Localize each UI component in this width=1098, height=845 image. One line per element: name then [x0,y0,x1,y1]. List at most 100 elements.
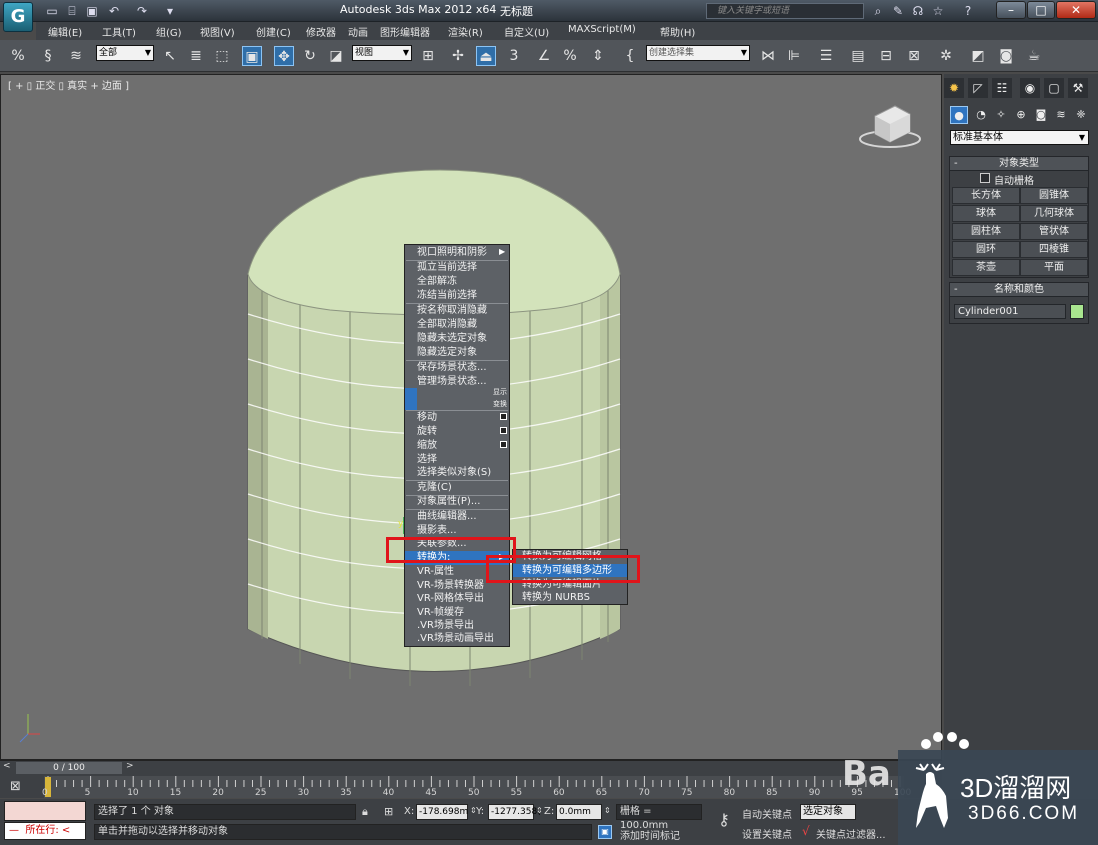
ctx-object-properties[interactable]: 对象属性(P)... [405,495,509,509]
autogrid-checkbox[interactable] [980,173,990,183]
lights-category-icon[interactable]: ✧ [992,106,1010,124]
ctx-vr-framebuffer[interactable]: VR-帧缓存 [405,606,509,620]
render-setup-icon[interactable]: ✲ [936,46,956,66]
ctx-save-scene-state[interactable]: 保存场景状态... [405,361,509,375]
ctx-freeze-selection[interactable]: 冻结当前选择 [405,289,509,303]
render-production-icon[interactable]: ◙ [996,46,1016,66]
frame-indicator[interactable]: 0 / 100 [16,762,122,774]
ctx-move[interactable]: 移动 [405,411,509,425]
menu-maxscript[interactable]: MAXScript(M) [568,24,636,35]
mirror-icon[interactable]: ⋈ [758,46,778,66]
new-file-icon[interactable]: ▭ [44,3,60,19]
rectangle-selection-icon[interactable]: ⬚ [212,46,232,66]
redo-icon[interactable]: ↷ [134,3,150,19]
utilities-tab-icon[interactable]: ⚒ [1068,78,1088,98]
menu-create[interactable]: 创建(C) [256,24,291,39]
helpers-category-icon[interactable]: ◙ [1032,106,1050,124]
plane-button[interactable]: 平面 [1020,259,1088,276]
menu-customize[interactable]: 自定义(U) [504,24,549,39]
rendered-frame-icon[interactable]: ◩ [968,46,988,66]
spinner-snap-icon[interactable]: ⇕ [588,46,608,66]
menu-views[interactable]: 视图(V) [200,24,235,39]
angle-snap-icon[interactable]: ∠ [534,46,554,66]
select-move-icon[interactable]: ✥ [274,46,294,66]
quick-access-dropdown-icon[interactable]: ▾ [162,3,178,19]
select-object-icon[interactable]: ↖ [160,46,180,66]
hierarchy-tab-icon[interactable]: ☷ [992,78,1012,98]
app-logo-button[interactable]: G [3,2,33,32]
settings-box-icon[interactable] [500,413,507,420]
align-icon[interactable]: ⊫ [784,46,804,66]
next-frame-icon[interactable]: > [126,761,134,771]
schematic-view-icon[interactable]: ⊟ [876,46,896,66]
window-crossing-icon[interactable]: ▣ [242,46,262,66]
maximize-button[interactable]: □ [1027,1,1055,19]
bind-space-warp-icon[interactable]: ≋ [66,46,86,66]
z-coordinate-input[interactable]: 0.0mm [556,804,602,820]
percent-snap-icon[interactable]: % [560,46,580,66]
reference-coordinate-dropdown[interactable]: 视图 ▼ [352,45,412,61]
primitive-category-dropdown[interactable]: 标准基本体 ▼ [950,130,1089,145]
open-file-icon[interactable]: ⌸ [64,3,80,19]
material-editor-icon[interactable]: ⊠ [904,46,924,66]
systems-category-icon[interactable]: ❈ [1072,106,1090,124]
selection-filter-dropdown[interactable]: 全部 ▼ [96,45,154,61]
object-name-input[interactable]: Cylinder001 [954,304,1066,319]
binoculars-icon[interactable]: ⌕ [870,3,886,19]
link-icon[interactable]: % [8,46,28,66]
object-color-swatch[interactable] [1070,304,1084,319]
selected-set-dropdown[interactable]: 选定对象 [800,804,856,820]
cameras-category-icon[interactable]: ⊕ [1012,106,1030,124]
select-scale-icon[interactable]: ◪ [326,46,346,66]
ctx-unfreeze-all[interactable]: 全部解冻 [405,275,509,289]
ctx-scale[interactable]: 缩放 [405,439,509,453]
favorites-icon[interactable]: ☆ [930,3,946,19]
space-warps-category-icon[interactable]: ≋ [1052,106,1070,124]
lock-selection-icon[interactable]: 🔒︎ [362,805,368,819]
display-tab-icon[interactable]: ▢ [1044,78,1064,98]
key-filters-button[interactable]: 关键点过滤器... [816,826,886,841]
script-line-field[interactable]: — 所在行: < [4,822,86,840]
add-time-tag-button[interactable]: 添加时间标记 [620,827,680,842]
communication-icon[interactable]: ☊ [910,3,926,19]
mini-curve-editor-icon[interactable]: ⊠ [10,779,21,794]
menu-rendering[interactable]: 渲染(R) [448,24,483,39]
ctx-isolate-selection[interactable]: 孤立当前选择 [405,261,509,275]
time-slider[interactable] [0,760,942,776]
save-file-icon[interactable]: ▣ [84,3,100,19]
named-selection-dropdown[interactable]: 创建选择集 ▼ [646,45,750,61]
x-coordinate-input[interactable]: -178.698m [416,804,468,820]
menu-graph-editors[interactable]: 图形编辑器 [380,24,430,39]
shapes-category-icon[interactable]: ◔ [972,106,990,124]
menu-modifiers[interactable]: 修改器 [306,24,336,39]
absolute-mode-icon[interactable]: ⊞ [384,805,393,818]
menu-group[interactable]: 组(G) [156,24,182,39]
render-teapot-icon[interactable]: ☕ [1024,46,1044,66]
ctx-curve-editor[interactable]: 曲线编辑器... [405,510,509,524]
teapot-button[interactable]: 茶壶 [952,259,1020,276]
menu-animation[interactable]: 动画 [348,24,368,39]
prev-frame-icon[interactable]: < [3,761,11,771]
y-spinner-icon[interactable]: ⇕ [536,806,543,815]
ctx-hide-selection[interactable]: 隐藏选定对象 [405,346,509,360]
curve-editor-icon[interactable]: ▤ [848,46,868,66]
time-tag-icon[interactable]: ▣ [598,825,612,839]
geometry-category-icon[interactable]: ● [950,106,968,124]
y-coordinate-input[interactable]: -1277.358( [488,804,541,820]
ctx-unhide-by-name[interactable]: 按名称取消隐藏 [405,304,509,318]
search-input[interactable]: 键入关键字或短语 [706,3,864,19]
maxscript-mini-listener[interactable] [4,801,86,821]
menu-tools[interactable]: 工具(T) [102,24,136,39]
set-key-button[interactable]: 设置关键点 [742,826,792,841]
select-by-name-icon[interactable]: ≣ [186,46,206,66]
edit-named-selection-icon[interactable]: { [620,46,640,66]
set-key-icon[interactable]: ⚷ [710,806,738,834]
auto-key-button[interactable]: 自动关键点 [742,806,792,821]
modify-tab-icon[interactable]: ◸ [968,78,988,98]
settings-box-icon[interactable] [500,441,507,448]
unlink-icon[interactable]: § [38,46,58,66]
ctx-unhide-all[interactable]: 全部取消隐藏 [405,318,509,332]
name-color-header[interactable]: - 名称和颜色 [950,283,1088,297]
viewcube[interactable] [859,105,921,148]
ctx-hide-unselected[interactable]: 隐藏未选定对象 [405,332,509,346]
